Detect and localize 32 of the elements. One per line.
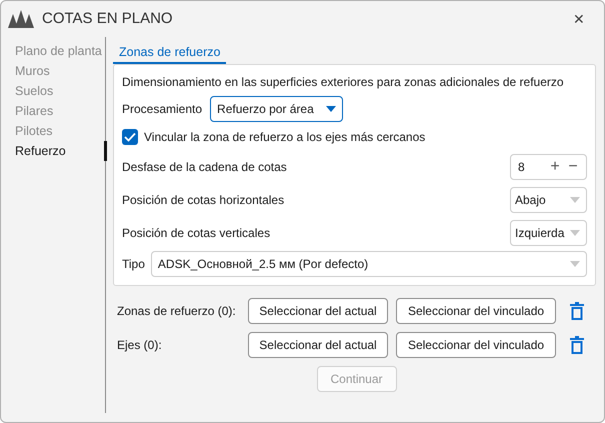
checkbox-label: Vincular la zona de refuerzo a los ejes más cercanos: [144, 129, 426, 146]
select-button[interactable]: Seleccionar del actual: [248, 298, 388, 324]
logo-icon: [8, 10, 34, 28]
caret-icon: [570, 261, 580, 267]
processing-dropdown[interactable]: Refuerzo por área: [210, 96, 343, 122]
selection-label: Zonas de refuerzo (0):: [117, 303, 237, 320]
close-button[interactable]: ✕: [565, 7, 593, 31]
caret-icon: [570, 196, 580, 202]
window-title: COTAS EN PLANO: [42, 8, 173, 29]
dropdown[interactable]: Abajo: [510, 186, 587, 212]
select-button[interactable]: Seleccionar del vinculado: [396, 332, 556, 358]
trash-icon[interactable]: [570, 336, 584, 354]
select-button[interactable]: Seleccionar del actual: [248, 332, 388, 358]
field-label: Posición de cotas horizontales: [122, 192, 284, 208]
caret-icon: [570, 230, 580, 236]
description-text: Dimensionamiento en las superficies exteriores para zonas adicionales de refuerzo: [122, 74, 565, 91]
selection-label: Ejes (0):: [117, 337, 163, 354]
field-label: Posición de cotas verticales: [122, 224, 270, 242]
select-button[interactable]: Seleccionar del vinculado: [396, 298, 556, 324]
plus-button[interactable]: +: [546, 154, 564, 178]
field-label: Desfase de la cadena de cotas: [122, 158, 287, 176]
type-dropdown[interactable]: ADSK_Основной_2.5 мм (Por defecto): [150, 251, 587, 277]
caret-icon: [326, 106, 336, 112]
dropdown[interactable]: Izquierda: [510, 220, 587, 246]
number-stepper[interactable]: 8 + −: [510, 154, 587, 180]
stepper-value: 8: [518, 158, 526, 176]
field-label: Tipo: [122, 256, 145, 273]
field-label: Procesamiento: [122, 101, 202, 118]
checkbox[interactable]: [122, 129, 138, 145]
sidebar-item[interactable]: Refuerzo: [1, 141, 107, 161]
minus-button[interactable]: −: [564, 154, 582, 178]
trash-icon[interactable]: [570, 302, 584, 320]
